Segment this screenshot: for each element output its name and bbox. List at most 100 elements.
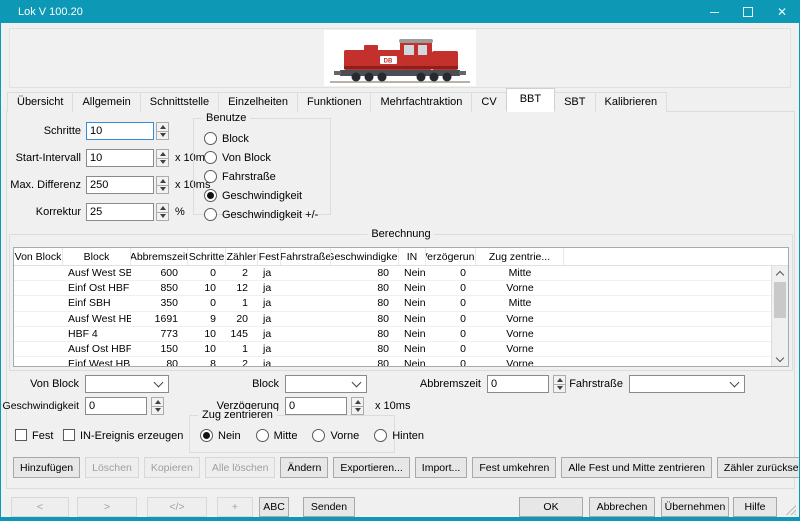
dropdown-icon [730, 378, 740, 388]
table-header-cell: Geschwindigkeit [331, 248, 399, 265]
table-header-cell: Fahrstraße [281, 248, 331, 265]
alle-fest-und-mitte-zentrieren-button[interactable]: Alle Fest und Mitte zentrieren [561, 457, 712, 478]
close-button[interactable]: ✕ [765, 1, 799, 23]
settings-field-stepper[interactable] [156, 122, 169, 140]
fest-umkehren-button[interactable]: Fest umkehren [472, 457, 556, 478]
fahrstrasse-combobox[interactable] [629, 375, 745, 393]
zug-zentrieren-radio-nein[interactable]: Nein [200, 429, 241, 442]
settings-field-input[interactable] [86, 149, 154, 167]
maximize-button[interactable] [731, 1, 765, 23]
minimize-button[interactable] [697, 1, 731, 23]
tab-sbt[interactable]: SBT [554, 92, 595, 112]
benutze-radio-block[interactable]: Block [204, 132, 318, 145]
hinzufügen-button[interactable]: Hinzufügen [13, 457, 80, 478]
benutze-group-label: Benutze [202, 112, 250, 124]
berechnung-group: Berechnung Von BlockBlockAbbremszeitSchr… [9, 234, 793, 371]
import-button[interactable]: Import... [415, 457, 468, 478]
abc-button[interactable]: ABC [259, 497, 289, 517]
spin-down-icon[interactable] [156, 212, 169, 222]
verzoegerung-input[interactable] [285, 397, 347, 415]
table-cell: ja [258, 267, 281, 279]
exportieren-button[interactable]: Exportieren... [333, 457, 409, 478]
spin-down-icon[interactable] [351, 406, 364, 416]
settings-field-stepper[interactable] [156, 203, 169, 221]
table-cell: 10 [188, 282, 226, 294]
settings-field-stepper[interactable] [156, 149, 169, 167]
block-combobox[interactable] [285, 375, 367, 393]
benutze-radio-geschwindigkeit[interactable]: Geschwindigkeit [204, 189, 318, 202]
benutze-radio-label: Von Block [222, 152, 271, 164]
spin-down-icon[interactable] [151, 406, 164, 416]
tab-übersicht[interactable]: Übersicht [7, 92, 73, 112]
table-cell: 10 [188, 343, 226, 355]
scrollbar-thumb[interactable] [774, 282, 786, 318]
tab-allgemein[interactable]: Allgemein [72, 92, 140, 112]
table-row[interactable]: Ausf Ost HBF150101ja80Nein0Vorne [14, 342, 771, 357]
benutze-radio-fahrstra-e[interactable]: Fahrstraße [204, 170, 318, 183]
prev-button[interactable]: < [11, 497, 69, 517]
benutze-radio-von-block[interactable]: Von Block [204, 151, 318, 164]
kopieren-button[interactable]: Kopieren [144, 457, 200, 478]
plus-button[interactable]: + [217, 497, 253, 517]
next-button[interactable]: > [77, 497, 137, 517]
tab-cv[interactable]: CV [471, 92, 506, 112]
verzoegerung-stepper[interactable] [351, 397, 364, 415]
table-cell: 0 [426, 328, 476, 340]
table-row[interactable]: Ausf West HBF1691920ja80Nein0Vorne [14, 312, 771, 327]
löschen-button[interactable]: Löschen [85, 457, 139, 478]
ändern-button[interactable]: Ändern [280, 457, 328, 478]
zug-zentrieren-radio-vorne[interactable]: Vorne [312, 429, 359, 442]
fest-checkbox-label: Fest [32, 430, 53, 442]
tab-einzelheiten[interactable]: Einzelheiten [218, 92, 298, 112]
tab-kalibrieren[interactable]: Kalibrieren [595, 92, 668, 112]
abbrechen-button[interactable]: Abbrechen [589, 497, 655, 517]
ok-button[interactable]: OK [519, 497, 583, 517]
table-row[interactable]: Einf SBH35001ja80Nein0Mitte [14, 296, 771, 311]
spin-down-icon[interactable] [156, 185, 169, 195]
spin-down-icon[interactable] [156, 131, 169, 141]
table-cell: Vorne [476, 358, 564, 366]
scroll-up-button[interactable] [772, 266, 788, 280]
table-cell: 773 [131, 328, 188, 340]
hilfe-button[interactable]: Hilfe [733, 497, 777, 517]
scrollbar-track[interactable] [772, 280, 788, 352]
zähler-zurücksetzen-button[interactable]: Zähler zurücksetzen [717, 457, 800, 478]
scroll-down-button[interactable] [772, 352, 788, 366]
table-cell: ja [258, 282, 281, 294]
settings-field-row: Start-Intervallx 10ms [5, 149, 210, 167]
settings-field-input[interactable] [86, 122, 154, 140]
uebernehmen-button[interactable]: Übernehmen [661, 497, 729, 517]
table-cell: 20 [226, 313, 258, 325]
close-icon: ✕ [777, 6, 787, 18]
benutze-radio-label: Block [222, 133, 249, 145]
senden-button[interactable]: Senden [303, 497, 355, 517]
abbremszeit-input[interactable] [487, 375, 549, 393]
benutze-radio-geschwindigkeit-[interactable]: Geschwindigkeit +/- [204, 208, 318, 221]
alle-löschen-button[interactable]: Alle löschen [205, 457, 276, 478]
geschwindigkeit-input[interactable] [85, 397, 147, 415]
table-row[interactable]: Ausf West SBH60002ja80Nein0Mitte [14, 266, 771, 281]
settings-field-input[interactable] [86, 176, 154, 194]
zug-zentrieren-radio-label: Mitte [274, 430, 298, 442]
tab-mehrfachtraktion[interactable]: Mehrfachtraktion [370, 92, 472, 112]
resize-grip[interactable] [786, 505, 796, 515]
settings-field-stepper[interactable] [156, 176, 169, 194]
zug-zentrieren-radio-hinten[interactable]: Hinten [374, 429, 424, 442]
tab-funktionen[interactable]: Funktionen [297, 92, 371, 112]
table-header-row: Von BlockBlockAbbremszeitSchritteZählerF… [14, 248, 788, 266]
table-row[interactable]: HBF 477310145ja80Nein0Vorne [14, 327, 771, 342]
fest-checkbox[interactable] [15, 429, 27, 441]
code-button[interactable]: </> [147, 497, 207, 517]
settings-field-input[interactable] [86, 203, 154, 221]
in-ereignis-checkbox[interactable] [63, 429, 75, 441]
spin-down-icon[interactable] [156, 158, 169, 168]
table-row[interactable]: Einf West HBF8082ja80Nein0Vorne [14, 357, 771, 366]
vertical-scrollbar[interactable] [771, 266, 788, 366]
von-block-combobox[interactable] [85, 375, 169, 393]
geschwindigkeit-stepper[interactable] [151, 397, 164, 415]
tab-schnittstelle[interactable]: Schnittstelle [140, 92, 219, 112]
zug-zentrieren-radio-mitte[interactable]: Mitte [256, 429, 298, 442]
tab-bbt[interactable]: BBT [506, 88, 555, 112]
table-cell: Vorne [476, 328, 564, 340]
table-row[interactable]: Einf Ost HBF8501012ja80Nein0Vorne [14, 281, 771, 296]
